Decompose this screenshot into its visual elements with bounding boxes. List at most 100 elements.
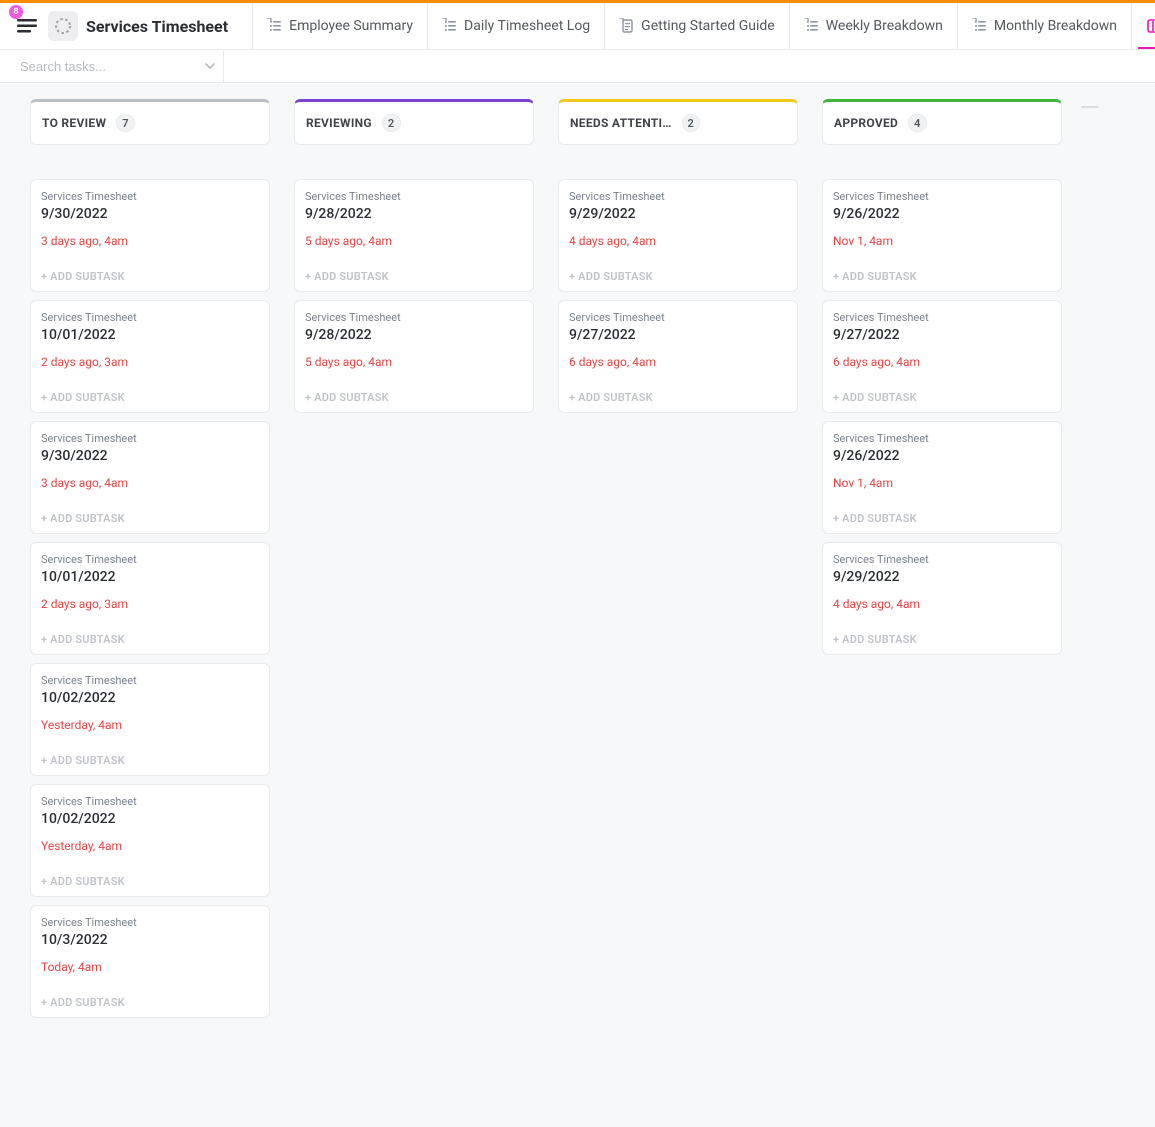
card-title: 9/30/2022	[41, 206, 259, 222]
card-project-label: Services Timesheet	[833, 553, 1051, 566]
add-subtask-button[interactable]: + ADD SUBTASK	[305, 270, 523, 283]
project-chip[interactable]: Services Timesheet	[48, 11, 228, 41]
tab-getting-started-guide[interactable]: Getting Started Guide	[604, 3, 789, 49]
tab-daily-timesheet-log[interactable]: Daily Timesheet Log	[427, 3, 604, 49]
add-subtask-button[interactable]: + ADD SUBTASK	[833, 512, 1051, 525]
task-card[interactable]: Services Timesheet 9/27/2022 6 days ago, 4…	[822, 300, 1062, 413]
tab-board[interactable]: Boar	[1131, 3, 1155, 49]
card-title: 9/27/2022	[833, 327, 1051, 343]
task-card[interactable]: Services Timesheet10/02/2022Yesterday, 4…	[30, 784, 270, 897]
card-due-date: 4 days ago, 4am	[569, 234, 787, 248]
add-subtask-button[interactable]: + ADD SUBTASK	[569, 391, 787, 404]
card-project-label: Services Timesheet	[41, 795, 259, 808]
card-project-label: Services Timesheet	[833, 311, 1051, 324]
add-subtask-button[interactable]: + ADD SUBTASK	[41, 754, 259, 767]
card-due-date: 2 days ago, 3am	[41, 355, 259, 369]
search-dropdown-toggle[interactable]	[204, 60, 226, 72]
add-subtask-button[interactable]: + ADD SUBTASK	[833, 391, 1051, 404]
add-subtask-button[interactable]: + ADD SUBTASK	[305, 391, 523, 404]
card-due-date: Yesterday, 4am	[41, 839, 259, 853]
tab-label: Weekly Breakdown	[826, 18, 943, 34]
add-subtask-button[interactable]: + ADD SUBTASK	[833, 633, 1051, 646]
column-header-reviewing[interactable]: REVIEWING2	[294, 99, 534, 145]
card-title: 9/28/2022	[305, 206, 523, 222]
card-due-date: Today, 4am	[41, 960, 259, 974]
card-due-date: 6 days ago, 4am	[569, 355, 787, 369]
column-cards: Services Timesheet9/29/20224 days ago, 4…	[558, 179, 798, 413]
doc-icon	[619, 18, 635, 34]
card-project-label: Services Timesheet	[833, 432, 1051, 445]
card-title: 10/01/2022	[41, 569, 259, 585]
task-card[interactable]: Services Timesheet10/01/20222 days ago, …	[30, 300, 270, 413]
column-header-to-review[interactable]: TO REVIEW7	[30, 99, 270, 145]
task-card[interactable]: Services Timesheet 9/27/2022 6 days ago, 4…	[558, 300, 798, 413]
card-title: 10/02/2022	[41, 690, 259, 706]
column-cards: Services Timesheet9/26/2022Nov 1, 4am+ A…	[822, 179, 1062, 655]
add-subtask-button[interactable]: + ADD SUBTASK	[41, 512, 259, 525]
card-project-label: Services Timesheet	[41, 432, 259, 445]
search-input[interactable]	[20, 59, 196, 74]
task-card[interactable]: Services Timesheet 9/28/2022 5 days ago, 4…	[294, 300, 534, 413]
card-project-label: Services Timesheet	[305, 311, 523, 324]
card-due-date: Nov 1, 4am	[833, 476, 1051, 490]
card-due-date: 4 days ago, 4am	[833, 597, 1051, 611]
menu-button[interactable]: 8	[10, 9, 44, 43]
menu-notification-badge: 8	[9, 5, 23, 19]
column-cards: Services Timesheet 9/30/2022 3 days ago, 4…	[30, 179, 270, 1018]
card-project-label: Services Timesheet	[41, 190, 259, 203]
column-count-badge: 2	[682, 114, 701, 132]
list-icon	[804, 18, 820, 34]
view-tabs: Employee Summary Daily Timesheet Log Getti…	[252, 3, 1155, 49]
toolbar-row	[0, 50, 1155, 83]
card-project-label: Services Timesheet	[41, 674, 259, 687]
add-subtask-button[interactable]: + ADD SUBTASK	[41, 391, 259, 404]
card-due-date: 6 days ago, 4am	[833, 355, 1051, 369]
task-card[interactable]: Services Timesheet9/26/2022Nov 1, 4am+ A…	[822, 179, 1062, 292]
tab-monthly-breakdown[interactable]: Monthly Breakdown	[957, 3, 1131, 49]
app-header: 8 Services Timesheet Employee Summary Dai…	[0, 3, 1155, 50]
column-title: APPROVED	[834, 116, 898, 130]
column-header-needs-attention[interactable]: NEEDS ATTENTI…2	[558, 99, 798, 145]
add-subtask-button[interactable]: + ADD SUBTASK	[569, 270, 787, 283]
tab-label: Employee Summary	[289, 18, 413, 34]
expand-handle[interactable]	[1075, 101, 1105, 113]
list-icon	[267, 18, 283, 34]
tab-employee-summary[interactable]: Employee Summary	[252, 3, 427, 49]
card-due-date: 3 days ago, 4am	[41, 234, 259, 248]
add-subtask-button[interactable]: + ADD SUBTASK	[41, 270, 259, 283]
card-title: 9/27/2022	[569, 327, 787, 343]
tab-label: Getting Started Guide	[641, 18, 775, 34]
task-card[interactable]: Services Timesheet 9/30/2022 3 days ago, 4…	[30, 179, 270, 292]
add-subtask-button[interactable]: + ADD SUBTASK	[41, 633, 259, 646]
task-card[interactable]: Services Timesheet9/26/2022Nov 1, 4am+ A…	[822, 421, 1062, 534]
task-card[interactable]: Services Timesheet10/01/20222 days ago, …	[30, 542, 270, 655]
task-card[interactable]: Services Timesheet9/29/20224 days ago, 4…	[558, 179, 798, 292]
project-title: Services Timesheet	[86, 17, 228, 36]
task-card[interactable]: Services Timesheet9/29/20224 days ago, 4…	[822, 542, 1062, 655]
add-subtask-button[interactable]: + ADD SUBTASK	[41, 875, 259, 888]
card-due-date: 5 days ago, 4am	[305, 234, 523, 248]
card-title: 9/28/2022	[305, 327, 523, 343]
task-card[interactable]: Services Timesheet10/3/2022Today, 4am+ A…	[30, 905, 270, 1018]
task-card[interactable]: Services Timesheet9/30/20223 days ago, 4…	[30, 421, 270, 534]
column-approved: APPROVED 4 Services Timesheet9/26/2022Nov …	[822, 99, 1062, 655]
column-count-badge: 7	[116, 114, 135, 132]
column-needs-attention: NEEDS ATTENTI…2 Services Timesheet9/29/20…	[558, 99, 798, 413]
column-reviewing: REVIEWING2 Services Timesheet 9/28/2022 5 d…	[294, 99, 534, 413]
column-cards: Services Timesheet 9/28/2022 5 days ago, 4…	[294, 179, 534, 413]
board-icon	[1146, 18, 1155, 34]
add-subtask-button[interactable]: + ADD SUBTASK	[41, 996, 259, 1009]
add-subtask-button[interactable]: + ADD SUBTASK	[833, 270, 1051, 283]
hamburger-icon	[17, 19, 37, 33]
card-project-label: Services Timesheet	[569, 311, 787, 324]
task-card[interactable]: Services Timesheet10/02/2022Yesterday, 4…	[30, 663, 270, 776]
card-due-date: 5 days ago, 4am	[305, 355, 523, 369]
column-count-badge: 4	[908, 114, 927, 132]
tab-label: Monthly Breakdown	[994, 18, 1117, 34]
column-header-approved[interactable]: APPROVED 4	[822, 99, 1062, 145]
tab-weekly-breakdown[interactable]: Weekly Breakdown	[789, 3, 957, 49]
list-icon	[972, 18, 988, 34]
card-project-label: Services Timesheet	[41, 916, 259, 929]
task-card[interactable]: Services Timesheet9/28/20225 days ago, 4…	[294, 179, 534, 292]
loading-circle-icon	[54, 17, 72, 35]
